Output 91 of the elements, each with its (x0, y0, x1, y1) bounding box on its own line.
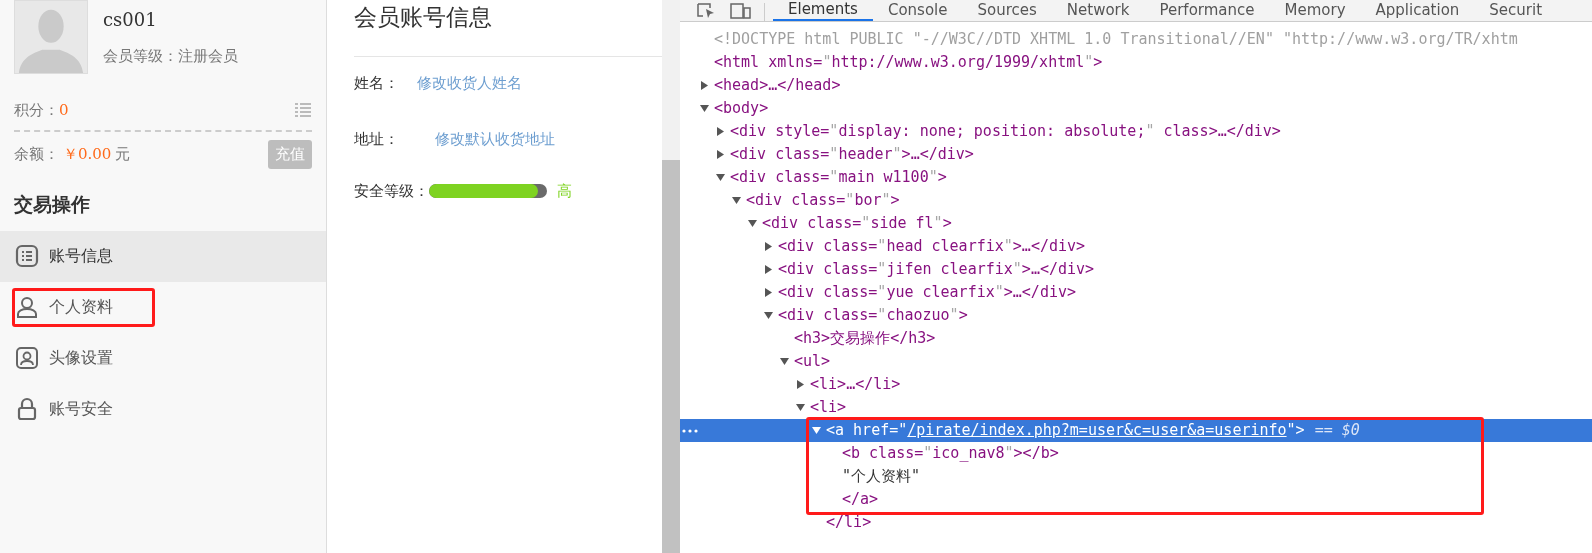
dom-node-text: </a> (842, 489, 879, 511)
down-triangle-icon[interactable] (796, 403, 805, 412)
dom-node-text: <div class="bor"> (746, 190, 900, 212)
dom-node-text: <div style="display: none; position: absolute;" class>…</div> (730, 121, 1281, 143)
dom-node-text: <div class="yue clearfix">…</div> (778, 282, 1077, 304)
dom-node-row[interactable]: <div class="chaozuo"> (680, 304, 1592, 327)
more-icon[interactable] (682, 428, 698, 433)
devtools-tab[interactable]: Console (872, 0, 963, 21)
devtools-tab[interactable]: Memory (1269, 0, 1361, 21)
dom-node-row[interactable]: <b class="ico_nav8"></b> (680, 442, 1592, 465)
down-triangle-icon[interactable] (780, 357, 789, 366)
dom-node-text: <head>…</head> (714, 75, 841, 97)
dom-node-row[interactable]: <div class="main w1100"> (680, 166, 1592, 189)
dom-node-text: <div class="header">…</div> (730, 144, 974, 166)
dom-node-text: </li> (826, 512, 872, 534)
points-label: 积分： (14, 99, 59, 121)
dom-node-text: <!DOCTYPE html PUBLIC "-//W3C//DTD XHTML 1.0 Transitional//EN" "http://www.w3.org/TR/xhtm (714, 29, 1518, 51)
down-triangle-icon[interactable] (732, 196, 741, 205)
dom-node-row[interactable]: <div class="header">…</div> (680, 143, 1592, 166)
dom-node-text: <ul> (794, 351, 831, 373)
lock-icon (15, 397, 39, 421)
balance-value: ￥0.00 (63, 143, 112, 165)
dom-node-text: <li> (810, 397, 847, 419)
points-value: 0 (59, 99, 69, 121)
balance-label: 余额： (14, 143, 59, 165)
field-label: 地址： (354, 128, 400, 150)
dom-node-row[interactable]: <body> (680, 97, 1592, 120)
dom-node-row[interactable]: <div class="yue clearfix">…</div> (680, 281, 1592, 304)
right-triangle-icon[interactable] (764, 288, 773, 297)
dom-node-text: <body> (714, 98, 769, 120)
member-level: 会员等级：注册会员 (103, 46, 238, 67)
list-icon (15, 244, 39, 268)
page-title: 会员账号信息 (354, 3, 493, 32)
dom-node-text: <a href="/pirate/index.php?m=user&c=user&a=userinfo"> (826, 420, 1305, 442)
security-label: 安全等级： (354, 180, 429, 202)
security-reading: 高 (557, 180, 572, 202)
dom-node-text: "个人资料" (842, 466, 921, 488)
devtools-tab[interactable]: Sources (962, 0, 1052, 21)
menu-item[interactable]: 头像设置 (0, 332, 326, 384)
dom-node-row[interactable]: </li> (680, 511, 1592, 534)
devtools-tab[interactable]: Network (1051, 0, 1145, 21)
dom-node-text: <h3>交易操作</h3> (794, 328, 936, 350)
down-triangle-icon[interactable] (716, 173, 725, 182)
dom-node-row[interactable]: <head>…</head> (680, 74, 1592, 97)
dom-node-row[interactable]: <li>…</li> (680, 373, 1592, 396)
dom-node-row[interactable]: <a href="/pirate/index.php?m=user&c=user&a=userinfo"> == $0 (680, 419, 1592, 442)
dom-node-row[interactable]: </a> (680, 488, 1592, 511)
menu-item[interactable]: 个人资料 (0, 281, 326, 333)
down-triangle-icon[interactable] (748, 219, 757, 228)
dom-node-row[interactable]: <html xmlns="http://www.w3.org/1999/xhtml"> (680, 51, 1592, 74)
dom-node-row[interactable]: <div class="bor"> (680, 189, 1592, 212)
dom-node-row[interactable]: "个人资料" (680, 465, 1592, 488)
right-triangle-icon[interactable] (716, 127, 725, 136)
portrait-icon (15, 346, 39, 370)
dom-node-text: <b class="ico_nav8"></b> (842, 443, 1059, 465)
devtools-tab[interactable]: Performance (1144, 0, 1270, 21)
dom-node-text: <div class="side fl"> (762, 213, 952, 235)
right-triangle-icon[interactable] (764, 265, 773, 274)
down-triangle-icon[interactable] (700, 104, 709, 113)
dom-node-text: <div class="jifen clearfix">…</div> (778, 259, 1095, 281)
dom-node-row[interactable]: <div class="head clearfix">…</div> (680, 235, 1592, 258)
dom-node-text: <div class="main w1100"> (730, 167, 947, 189)
section-title: 交易操作 (13, 192, 91, 217)
dom-node-row[interactable]: <div style="display: none; position: absolute;" class>…</div> (680, 120, 1592, 143)
dom-node-text: <div class="head clearfix">…</div> (778, 236, 1086, 258)
dom-node-text: <li>…</li> (810, 374, 901, 396)
right-triangle-icon[interactable] (716, 150, 725, 159)
dom-node-row[interactable]: <div class="side fl"> (680, 212, 1592, 235)
right-triangle-icon[interactable] (700, 81, 709, 90)
down-triangle-icon[interactable] (764, 311, 773, 320)
dom-node-text: <div class="chaozuo"> (778, 305, 968, 327)
node-ref: == $0 (1314, 420, 1360, 442)
down-triangle-icon[interactable] (812, 426, 821, 435)
scrollbar[interactable] (662, 0, 680, 553)
balance-unit: 元 (115, 143, 131, 165)
field-label: 姓名： (354, 72, 400, 94)
dom-node-row[interactable]: <ul> (680, 350, 1592, 373)
username: cs001 (103, 8, 158, 32)
devtools-tab[interactable]: Elements (773, 0, 873, 21)
right-triangle-icon[interactable] (764, 242, 773, 251)
dom-node-text: <html xmlns="http://www.w3.org/1999/xhtml"> (714, 52, 1103, 74)
menu-item[interactable]: 账号安全 (0, 383, 326, 435)
devtools-tab[interactable]: Securit (1474, 0, 1558, 21)
right-triangle-icon[interactable] (796, 380, 805, 389)
dom-node-row[interactable]: <li> (680, 396, 1592, 419)
dom-node-row[interactable]: <div class="jifen clearfix">…</div> (680, 258, 1592, 281)
devtools-tab[interactable]: Application (1360, 0, 1475, 21)
dom-node-row[interactable]: <h3>交易操作</h3> (680, 327, 1592, 350)
menu-item[interactable]: 账号信息 (0, 230, 326, 282)
device-icon[interactable] (730, 3, 752, 19)
person-icon (15, 295, 39, 319)
